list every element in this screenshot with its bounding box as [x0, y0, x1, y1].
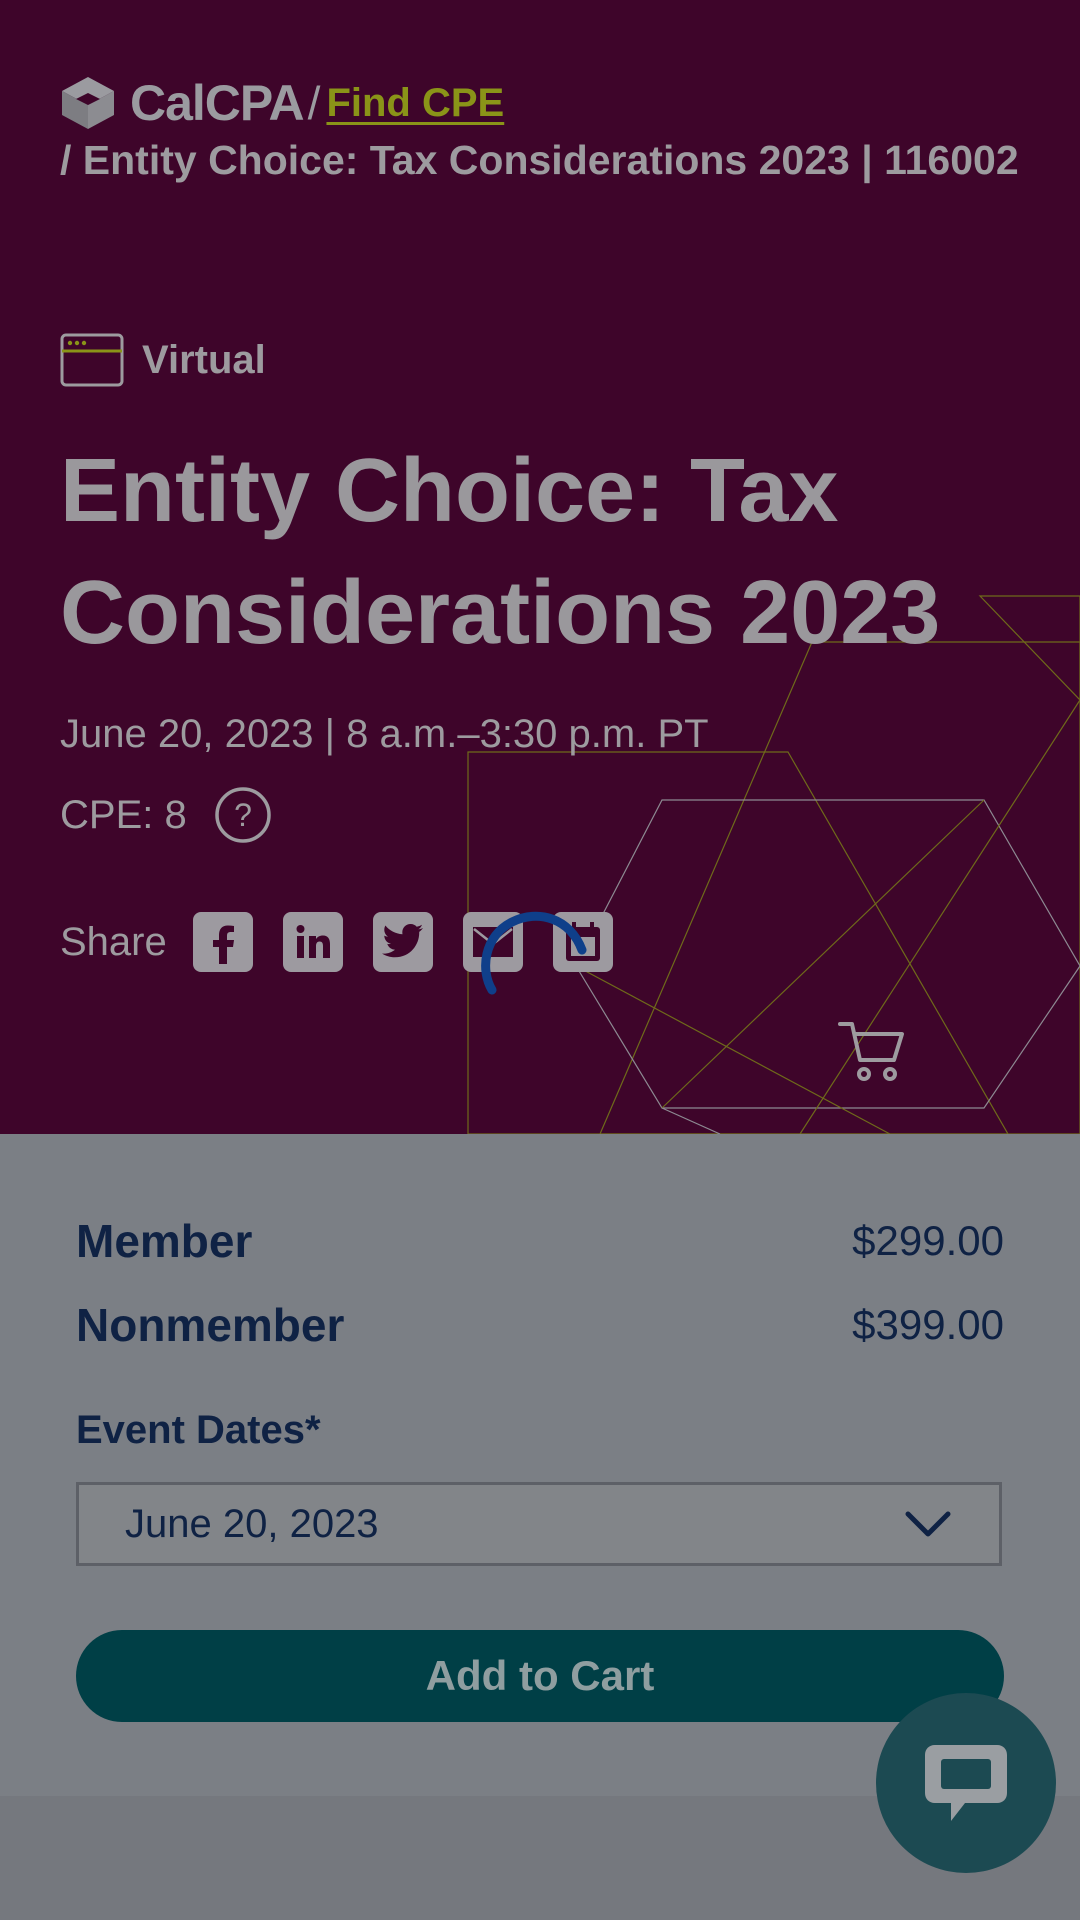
pricing-panel: Member $299.00 Nonmember $399.00 Event D… — [0, 1134, 1080, 1796]
chat-bubble-icon — [925, 1745, 1007, 1821]
share-twitter-button[interactable] — [372, 912, 433, 972]
event-format: Virtual — [60, 333, 266, 387]
facebook-icon — [212, 925, 234, 964]
nonmember-price-row: Nonmember $399.00 — [76, 1298, 1004, 1352]
question-help-icon[interactable]: ? — [214, 787, 271, 843]
member-price: $299.00 — [852, 1217, 1004, 1264]
breadcrumb: CalCPA / Find CPE — [60, 75, 504, 131]
calcpa-logo-icon[interactable] — [60, 75, 116, 131]
event-dates-label: Event Dates* — [76, 1408, 321, 1452]
member-label: Member — [76, 1215, 253, 1267]
add-to-cart-button[interactable]: Add to Cart — [76, 1630, 1004, 1722]
event-dates-selected-value: June 20, 2023 — [125, 1501, 379, 1546]
event-format-label: Virtual — [142, 337, 266, 382]
event-date-time: June 20, 2023 | 8 a.m.–3:30 p.m. PT — [60, 712, 709, 756]
share-linkedin-button[interactable] — [282, 912, 343, 972]
linkedin-icon — [296, 925, 330, 958]
breadcrumb-current-page: / Entity Choice: Tax Considerations 2023… — [60, 137, 1019, 183]
member-price-row: Member $299.00 — [76, 1214, 1004, 1268]
chat-button[interactable] — [876, 1693, 1056, 1873]
nonmember-label: Nonmember — [76, 1299, 345, 1351]
share-facebook-button[interactable] — [192, 912, 253, 972]
shopping-cart-icon[interactable] — [838, 1018, 906, 1084]
logo-text[interactable]: CalCPA — [130, 74, 305, 132]
nonmember-price: $399.00 — [852, 1301, 1004, 1348]
cpe-credits: CPE: 8 — [60, 792, 187, 837]
twitter-icon — [381, 924, 423, 958]
event-dates-select[interactable]: June 20, 2023 — [76, 1482, 1002, 1566]
browser-window-icon — [60, 333, 124, 387]
share-label: Share — [60, 919, 167, 964]
event-hero: CalCPA / Find CPE / Entity Choice: Tax C… — [0, 0, 1080, 1134]
loading-spinner-icon — [481, 911, 587, 995]
breadcrumb-link-find-cpe[interactable]: Find CPE — [326, 81, 504, 126]
breadcrumb-separator: / — [307, 77, 321, 129]
cpe-info: CPE: 8 ? — [60, 787, 271, 843]
svg-text:?: ? — [234, 797, 252, 833]
page-title: Entity Choice: Tax Considerations 2023 — [60, 441, 941, 663]
chevron-down-icon — [905, 1511, 951, 1537]
